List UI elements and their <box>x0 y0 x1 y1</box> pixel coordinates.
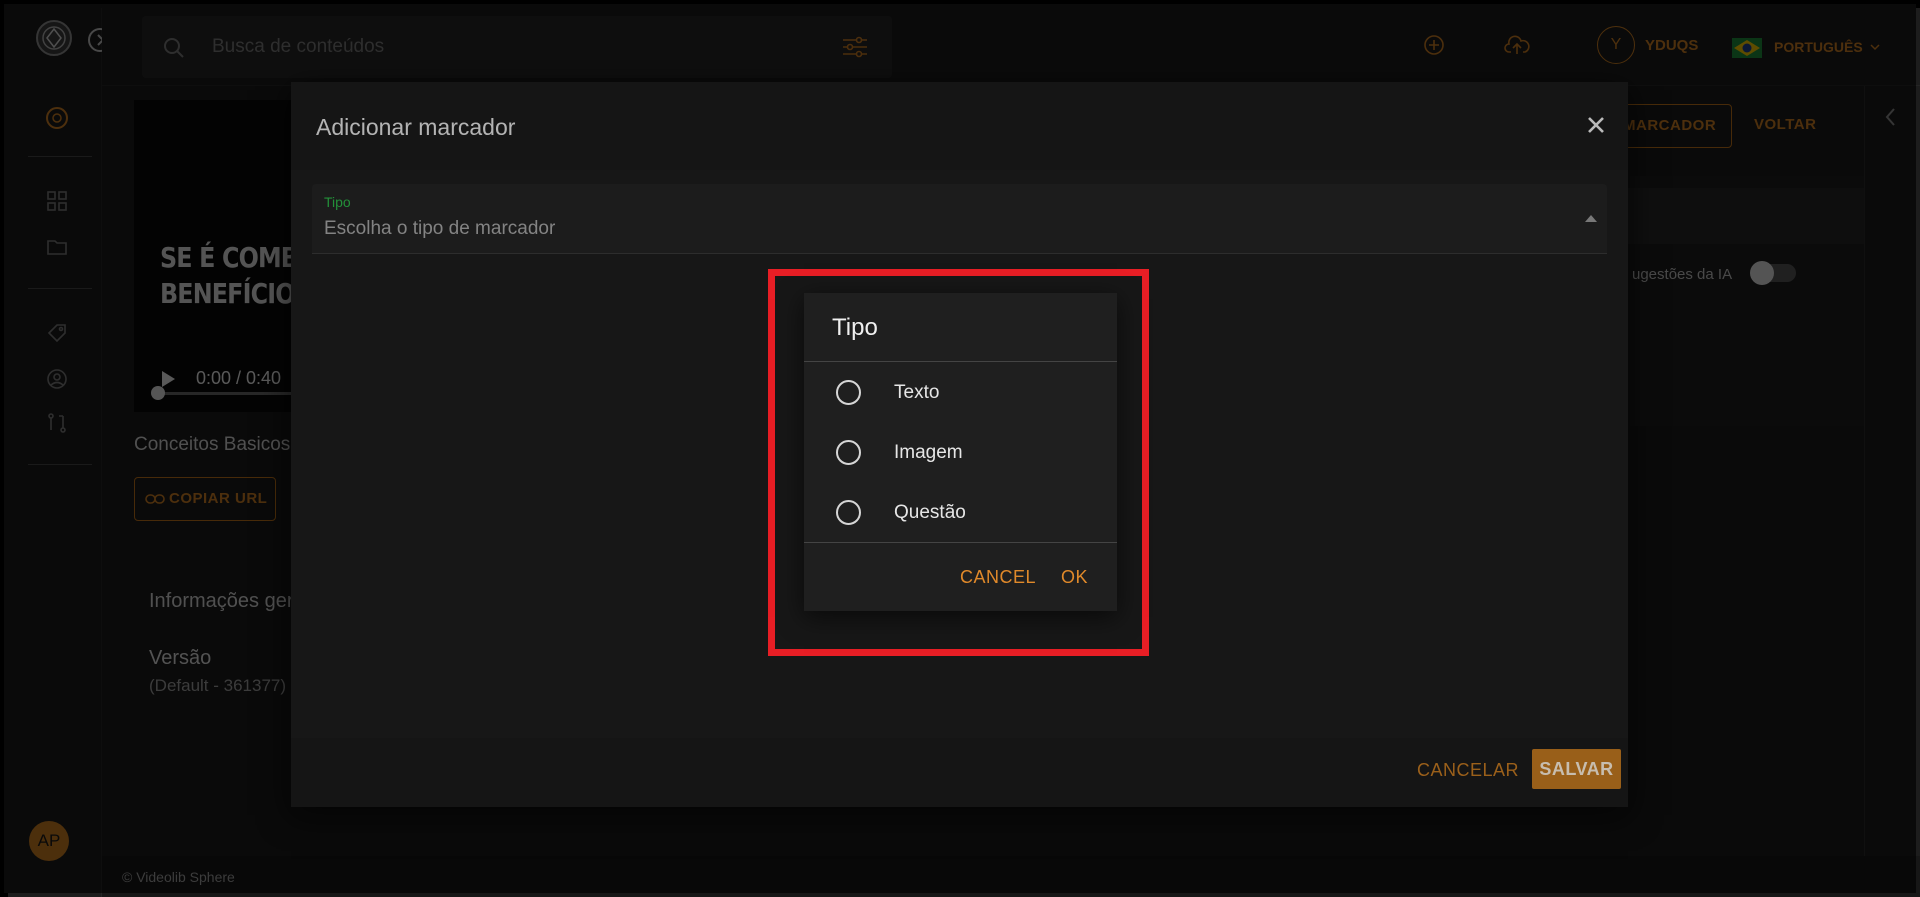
picker-option-texto[interactable]: Texto <box>804 362 1117 422</box>
type-picker-dialog: Tipo Texto Imagem Questão CANCEL OK <box>804 293 1117 611</box>
picker-ok-button[interactable]: OK <box>1061 567 1088 588</box>
radio-unchecked-icon[interactable] <box>836 500 861 525</box>
picker-cancel-button[interactable]: CANCEL <box>960 567 1036 588</box>
picker-title: Tipo <box>832 314 878 341</box>
picker-option-imagem[interactable]: Imagem <box>804 422 1117 482</box>
radio-unchecked-icon[interactable] <box>836 380 861 405</box>
option-label: Questão <box>894 502 966 523</box>
radio-unchecked-icon[interactable] <box>836 440 861 465</box>
option-label: Texto <box>894 382 940 403</box>
picker-divider <box>804 542 1117 543</box>
option-label: Imagem <box>894 442 963 463</box>
picker-option-questao[interactable]: Questão <box>804 482 1117 542</box>
